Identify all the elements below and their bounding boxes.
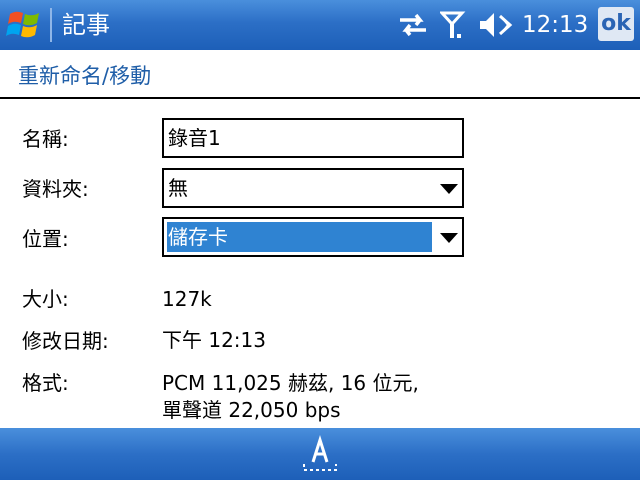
header-divider — [0, 97, 640, 99]
bottom-bar — [0, 428, 640, 480]
connectivity-icon[interactable] — [396, 10, 430, 40]
volume-icon[interactable] — [478, 10, 514, 40]
title-separator — [50, 8, 52, 42]
page-title: 重新命名/移動 — [18, 64, 152, 88]
signal-antenna-icon[interactable] — [440, 10, 466, 40]
keyboard-input-icon[interactable] — [300, 434, 340, 474]
name-input-value: 錄音1 — [168, 126, 221, 150]
clock[interactable]: 12:13 — [522, 11, 588, 39]
name-label: 名稱: — [22, 127, 69, 151]
ok-button[interactable]: ok — [598, 7, 634, 41]
windows-start-icon[interactable] — [4, 6, 46, 44]
format-label: 格式: — [22, 371, 69, 395]
folder-dropdown[interactable]: 無 — [162, 168, 464, 208]
modified-date-value: 下午 12:13 — [162, 328, 266, 352]
folder-label: 資料夾: — [22, 177, 89, 201]
dropdown-arrow-icon[interactable] — [440, 233, 458, 243]
location-label: 位置: — [22, 227, 69, 251]
format-value-line1: PCM 11,025 赫茲, 16 位元, — [162, 371, 419, 395]
dropdown-arrow-icon[interactable] — [440, 184, 458, 194]
size-label: 大小: — [22, 287, 69, 311]
location-dropdown[interactable]: 儲存卡 — [162, 217, 464, 257]
folder-dropdown-value: 無 — [168, 176, 188, 200]
name-input[interactable]: 錄音1 — [162, 118, 464, 158]
title-bar: 記事 12:13 ok — [0, 0, 640, 50]
format-value-line2: 單聲道 22,050 bps — [162, 398, 341, 422]
location-dropdown-value: 儲存卡 — [168, 225, 228, 249]
app-title: 記事 — [62, 11, 110, 39]
modified-date-label: 修改日期: — [22, 329, 109, 353]
size-value: 127k — [162, 287, 212, 311]
